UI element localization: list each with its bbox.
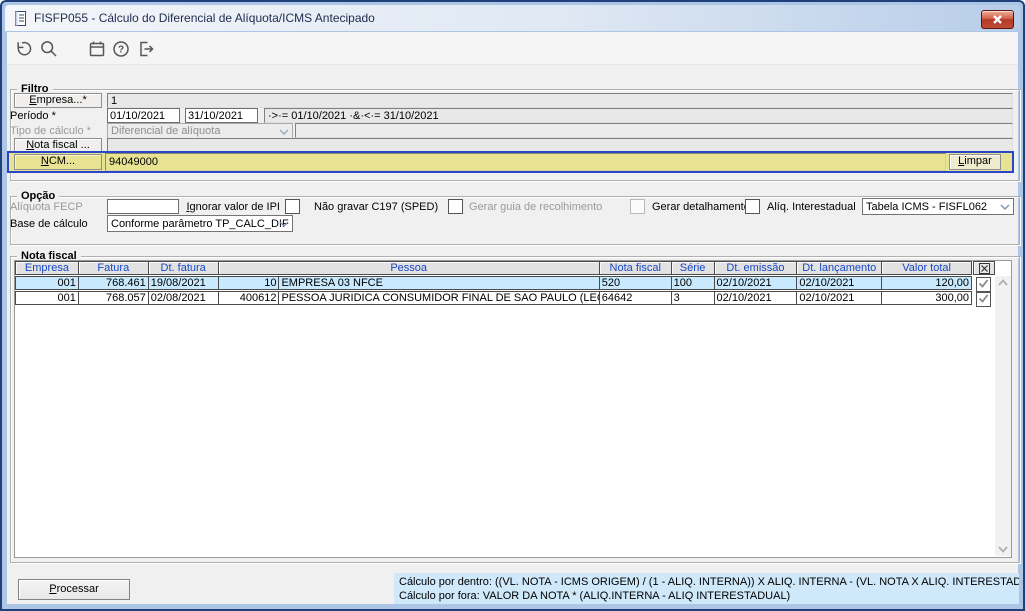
selection-column-header[interactable] xyxy=(973,261,995,275)
cell-pessoa-nome: EMPRESA 03 NFCE xyxy=(279,277,600,289)
ignorar-ipi-checkbox[interactable] xyxy=(285,199,300,214)
formula-line-1: Cálculo por dentro: ((VL. NOTA - ICMS OR… xyxy=(399,576,1019,588)
limpar-button[interactable]: Limpar xyxy=(949,154,1001,170)
ignorar-ipi-label: Ignorar valor de IPI xyxy=(186,201,280,213)
aliq-interestadual-select[interactable]: Tabela ICMS - FISFL062 xyxy=(862,198,1014,215)
ncm-value-field[interactable]: 94049000 xyxy=(105,153,946,171)
cell-dt-emissao: 02/10/2021 xyxy=(715,277,798,289)
cell-dt-fatura: 02/08/2021 xyxy=(149,292,219,304)
undo-icon[interactable] xyxy=(11,38,33,60)
cell-nota-fiscal: 520 xyxy=(600,277,672,289)
gerar-detalhamento-label: Gerar detalhamento xyxy=(652,201,750,213)
titlebar: FISFP055 - Cálculo do Diferencial de Alí… xyxy=(5,5,1020,31)
column-header-serie[interactable]: Série xyxy=(671,262,715,274)
tipo-calculo-label: Tipo de cálculo * xyxy=(10,125,91,137)
calendar-icon[interactable] xyxy=(86,38,108,60)
formula-line-2: Cálculo por fora: VALOR DA NOTA * (ALIQ.… xyxy=(399,590,791,602)
document-icon xyxy=(15,10,26,26)
periodo-from-input[interactable]: 01/10/2021 xyxy=(107,108,180,123)
chevron-down-icon xyxy=(279,221,289,227)
ncm-button[interactable]: NCM... xyxy=(14,154,102,170)
column-header-nota-fiscal[interactable]: Nota fiscal xyxy=(599,262,672,274)
window-frame: FISFP055 - Cálculo do Diferencial de Alí… xyxy=(0,0,1025,611)
empresa-button[interactable]: Empresa...* xyxy=(14,93,102,108)
cell-valor-total: 300,00 xyxy=(935,292,970,304)
gerar-guia-label: Gerar guia de recolhimento xyxy=(469,201,603,213)
cell-fatura: 768.461 xyxy=(79,277,149,289)
scroll-up-icon[interactable] xyxy=(997,278,1009,287)
base-calculo-value: Conforme parâmetro TP_CALC_DIF xyxy=(111,217,289,230)
column-header-valor-total[interactable]: Valor total xyxy=(882,262,972,274)
column-header-dt-lancamento[interactable]: Dt. lançamento xyxy=(797,262,883,274)
base-calculo-select[interactable]: Conforme parâmetro TP_CALC_DIF xyxy=(107,215,293,232)
aliquota-fecp-label: Alíquota FECP xyxy=(10,201,83,213)
cell-pessoa-codigo: 400612 xyxy=(219,292,280,304)
column-header-dt-fatura[interactable]: Dt. fatura xyxy=(148,262,219,274)
nao-gravar-c197-checkbox[interactable] xyxy=(448,199,463,214)
cell-pessoa-codigo: 10 xyxy=(219,277,280,289)
cell-fatura: 768.057 xyxy=(79,292,149,304)
aliquota-fecp-input[interactable] xyxy=(107,199,179,214)
table-row[interactable]: 001 768.057 02/08/2021 400612 PESSOA JUR… xyxy=(15,291,972,305)
tipo-calculo-extra-field xyxy=(295,123,1013,138)
client-area: ? Filtro Empresa...* 1 Período * 01/10/2… xyxy=(7,32,1020,604)
cell-serie: 100 xyxy=(672,277,715,289)
help-icon[interactable]: ? xyxy=(110,38,132,60)
chevron-down-icon xyxy=(279,129,289,135)
cell-nota-fiscal: 64642 xyxy=(600,292,672,304)
cell-pessoa-nome: PESSOA JURIDICA CONSUMIDOR FINAL DE SAO … xyxy=(281,292,600,304)
close-button[interactable] xyxy=(981,10,1014,29)
ncm-focus-row: NCM... 94049000 Limpar xyxy=(7,151,1014,173)
periodo-display-field: ·>·= 01/10/2021 ·&·<·= 31/10/2021 xyxy=(264,108,1013,123)
formula-info: Cálculo por dentro: ((VL. NOTA - ICMS OR… xyxy=(394,573,1019,604)
svg-text:?: ? xyxy=(118,45,124,56)
grid: Empresa Fatura Dt. fatura Pessoa Nota fi… xyxy=(15,261,972,305)
column-header-empresa[interactable]: Empresa xyxy=(16,262,79,274)
empresa-value-field: 1 xyxy=(107,93,1013,108)
nota-fiscal-table: Empresa Fatura Dt. fatura Pessoa Nota fi… xyxy=(14,260,1012,558)
cell-dt-emissao: 02/10/2021 xyxy=(715,292,798,304)
aliq-interestadual-value: Tabela ICMS - FISFL062 xyxy=(866,200,988,213)
toolbar: ? xyxy=(7,32,1018,65)
exit-icon[interactable] xyxy=(135,38,157,60)
base-calculo-label: Base de cálculo xyxy=(10,218,88,230)
tipo-calculo-select[interactable]: Diferencial de alíquota xyxy=(107,123,293,139)
window-title: FISFP055 - Cálculo do Diferencial de Alí… xyxy=(34,11,375,25)
periodo-label: Período * xyxy=(10,110,56,122)
table-row[interactable]: 001 768.461 19/08/2021 10 EMPRESA 03 NFC… xyxy=(15,276,972,290)
checkbox-x-icon xyxy=(978,262,990,274)
processar-button[interactable]: Processar xyxy=(18,579,130,600)
periodo-to-input[interactable]: 31/10/2021 xyxy=(185,108,258,123)
close-icon xyxy=(993,15,1002,24)
nao-gravar-c197-label: Não gravar C197 (SPED) xyxy=(314,201,439,213)
cell-empresa: 001 xyxy=(16,292,79,304)
cell-dt-lancamento: 02/10/2021 xyxy=(797,292,883,304)
gerar-guia-checkbox xyxy=(630,199,645,214)
row-checkbox[interactable] xyxy=(976,292,991,307)
cell-empresa: 001 xyxy=(16,277,79,289)
cell-serie: 3 xyxy=(672,292,715,304)
column-header-fatura[interactable]: Fatura xyxy=(78,262,149,274)
column-header-pessoa[interactable]: Pessoa xyxy=(218,262,600,274)
gerar-detalhamento-checkbox[interactable] xyxy=(745,199,760,214)
cell-dt-lancamento: 02/10/2021 xyxy=(797,277,883,289)
grid-header-row: Empresa Fatura Dt. fatura Pessoa Nota fi… xyxy=(15,261,972,275)
row-checkbox[interactable] xyxy=(976,277,991,292)
cell-dt-fatura: 19/08/2021 xyxy=(149,277,219,289)
column-header-dt-emissao[interactable]: Dt. emissão xyxy=(714,262,798,274)
aliq-interestadual-label: Alíq. Interestadual xyxy=(767,201,856,213)
cell-valor-total: 120,00 xyxy=(935,277,970,289)
search-icon[interactable] xyxy=(38,38,60,60)
scroll-down-icon[interactable] xyxy=(997,545,1009,554)
vertical-scrollbar[interactable] xyxy=(995,276,1011,556)
chevron-down-icon xyxy=(1000,204,1010,210)
tipo-calculo-value: Diferencial de alíquota xyxy=(111,125,221,137)
